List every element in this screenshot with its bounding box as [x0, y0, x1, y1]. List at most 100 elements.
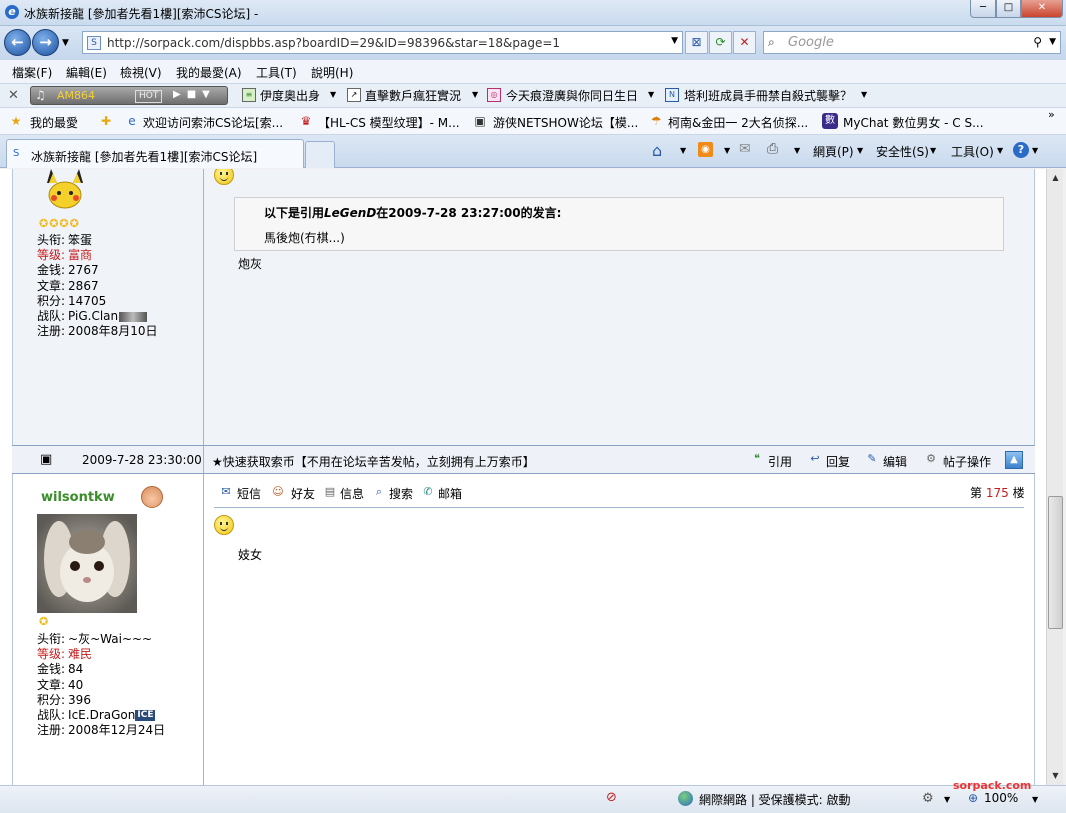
refresh-button[interactable]: ⟳ — [709, 31, 732, 54]
fav-item-2[interactable]: 【HL-CS 模型纹理】- M... — [318, 114, 460, 131]
stop-button[interactable]: ✕ — [733, 31, 756, 54]
tab-row: S 冰族新接龍 [參加者先看1樓][索沛CS论坛] ⌂ ▼ ◉ ▼ ✉ ⎙ ▼ … — [0, 135, 1066, 168]
maximize-button[interactable]: □ — [996, 0, 1021, 18]
quote-prefix: 以下是引用 — [264, 206, 325, 220]
fav-item-3[interactable]: 游侠NETSHOW论坛【模... — [493, 114, 638, 131]
mailbox-button[interactable]: 邮箱 — [438, 485, 462, 502]
tools-menu-dropdown-icon[interactable]: ▼ — [997, 146, 1003, 155]
user-team-row: 战队: IcE.DraGon ICE — [37, 708, 197, 723]
fav-mychat-icon: 數 — [822, 113, 838, 129]
promo-link[interactable]: ★快速获取索币【不用在论坛辛苦发帖，立刻拥有上万索币】 — [212, 453, 535, 470]
zoom-dropdown-icon[interactable]: ▼ — [1032, 795, 1038, 804]
home-dropdown-icon[interactable]: ▼ — [680, 146, 686, 155]
address-dropdown-icon[interactable]: ▼ — [671, 36, 678, 46]
toolbar-link-3[interactable]: 今天痕澄廣與你同日生日 — [506, 87, 638, 104]
message-button[interactable]: 短信 — [237, 485, 261, 502]
scroll-down-icon[interactable]: ▼ — [1047, 767, 1064, 784]
quote-author[interactable]: LeGenD — [324, 206, 376, 220]
quote-box: 以下是引用LeGenD在2009-7-28 23:27:00的发言: 馬後炮(冇… — [234, 197, 1004, 251]
menu-view[interactable]: 檢視(V) — [120, 64, 162, 81]
feeds-dropdown-icon[interactable]: ▼ — [724, 146, 730, 155]
label: 积分: — [37, 293, 66, 308]
favorites-button[interactable]: 我的最愛 — [30, 114, 78, 131]
toolbar-link-4-dropdown-icon[interactable]: ▼ — [861, 90, 867, 99]
recent-pages-dropdown-icon[interactable]: ▼ — [62, 38, 69, 48]
address-bar[interactable]: S http://sorpack.com/dispbbs.asp?boardID… — [82, 31, 683, 54]
toolbar-link-1-dropdown-icon[interactable]: ▼ — [330, 90, 336, 99]
popup-blocked-icon[interactable]: ⊘ — [606, 790, 617, 805]
search-button[interactable]: 搜索 — [389, 485, 413, 502]
quote-icon: ❝ — [754, 452, 760, 465]
page-menu-button[interactable]: 網頁(P) — [813, 143, 854, 160]
search-go-icon[interactable]: ⚲ — [1033, 35, 1042, 49]
mail-icon[interactable]: ✉ — [739, 141, 751, 157]
search-options-dropdown-icon[interactable]: ▼ — [1049, 37, 1056, 47]
security-zone[interactable]: 網際網路 | 受保護模式: 啟動 — [699, 791, 851, 808]
feeds-icon[interactable]: ◉ — [698, 142, 713, 157]
label: 金钱: — [37, 662, 66, 677]
toolbar-link-1[interactable]: 伊度奧出身 — [260, 87, 320, 104]
print-dropdown-icon[interactable]: ▼ — [794, 146, 800, 155]
new-tab-button[interactable] — [305, 141, 335, 168]
add-favorite-icon[interactable]: ✚ — [98, 113, 114, 129]
minimize-button[interactable]: ─ — [970, 0, 996, 18]
page-content: ✪✪✪✪ 头衔: 笨蛋 等级: 富商 金钱: 2767 文章: 2867 积分: 1470… — [0, 169, 1046, 785]
edit-button[interactable]: 编辑 — [883, 453, 907, 470]
menu-file[interactable]: 檔案(F) — [12, 64, 52, 81]
safety-menu-button[interactable]: 安全性(S) — [876, 143, 929, 160]
post2-username[interactable]: wilsontkw — [41, 490, 115, 505]
print-icon[interactable]: ⎙ — [767, 141, 778, 157]
tools-menu-button[interactable]: 工具(O) — [951, 143, 994, 160]
radio-player[interactable]: ♫ AM864 HOT ▶■▼ — [30, 86, 228, 105]
post-actions-button[interactable]: 帖子操作 — [943, 453, 991, 470]
zone-settings-icon[interactable]: ⚙ — [922, 791, 934, 806]
toolbar-link-2-dropdown-icon[interactable]: ▼ — [472, 90, 478, 99]
user-points: 14705 — [68, 293, 107, 308]
vertical-scrollbar[interactable]: ▲ ▼ — [1046, 169, 1063, 785]
scroll-top-button[interactable]: ▲ — [1005, 451, 1023, 469]
toolbar-link-2[interactable]: 直擊數戶瘋狂實況 — [365, 87, 461, 104]
help-dropdown-icon[interactable]: ▼ — [1032, 146, 1038, 155]
close-button[interactable]: ✕ — [1021, 0, 1063, 18]
post1-user-info: 头衔: 笨蛋 等级: 富商 金钱: 2767 文章: 2867 积分: 14705 战队:… — [37, 233, 197, 339]
menu-edit[interactable]: 編輯(E) — [66, 64, 107, 81]
info-button[interactable]: 信息 — [340, 485, 364, 502]
quote-body: 馬後炮(冇棋...) — [264, 231, 345, 245]
label: 文章: — [37, 677, 66, 692]
fav-item-5[interactable]: MyChat 數位男女 - C S... — [843, 114, 984, 131]
search-box[interactable]: ⌕ Google ⚲ ▼ — [763, 31, 1061, 54]
friend-button[interactable]: 好友 — [291, 485, 315, 502]
help-icon[interactable]: ? — [1013, 142, 1029, 158]
close-toolbar-icon[interactable]: ✕ — [8, 88, 19, 103]
quote-button[interactable]: 引用 — [768, 453, 792, 470]
fav-item-4[interactable]: 柯南&金田一 2大名侦探... — [668, 114, 808, 131]
toolbar-link-4[interactable]: 塔利班成員手冊禁自殺式襲擊？ — [684, 87, 852, 104]
toolbar-link-3-dropdown-icon[interactable]: ▼ — [648, 90, 654, 99]
user-joined: 2008年8月10日 — [68, 324, 158, 339]
favorites-overflow-icon[interactable]: » — [1048, 108, 1055, 121]
safety-menu-dropdown-icon[interactable]: ▼ — [930, 146, 936, 155]
compatibility-view-button[interactable]: ⊠ — [685, 31, 708, 54]
zone-dropdown-icon[interactable]: ▼ — [944, 795, 950, 804]
forward-button[interactable]: → — [32, 29, 59, 56]
radio-controls-icon[interactable]: ▶■▼ — [173, 89, 216, 100]
scroll-thumb[interactable] — [1048, 496, 1063, 629]
radio-hot-button[interactable]: HOT — [135, 90, 163, 103]
fav-ie-icon: e — [128, 114, 136, 128]
divider — [203, 446, 204, 473]
label: 金钱: — [37, 263, 66, 278]
page-menu-dropdown-icon[interactable]: ▼ — [857, 146, 863, 155]
menu-help[interactable]: 說明(H) — [311, 64, 353, 81]
scroll-up-icon[interactable]: ▲ — [1047, 169, 1064, 186]
home-icon[interactable]: ⌂ — [652, 141, 662, 160]
menu-favorites[interactable]: 我的最愛(A) — [176, 64, 242, 81]
reply-button[interactable]: 回复 — [826, 453, 850, 470]
rss-feed-icon: ≡ — [242, 88, 256, 102]
tab-active[interactable]: S 冰族新接龍 [參加者先看1樓][索沛CS论坛] — [6, 139, 304, 168]
address-url[interactable]: http://sorpack.com/dispbbs.asp?boardID=2… — [107, 36, 560, 50]
back-button[interactable]: ← — [4, 29, 31, 56]
zoom-level[interactable]: 100% — [984, 791, 1018, 805]
fav-item-1[interactable]: 欢迎访问索沛CS论坛[索... — [143, 114, 283, 131]
menu-tools[interactable]: 工具(T) — [256, 64, 297, 81]
search-input[interactable]: Google — [788, 35, 834, 50]
